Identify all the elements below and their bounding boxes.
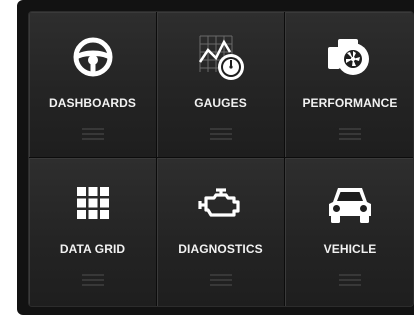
- turbocharger-icon: [328, 39, 369, 75]
- main-menu-panel: DASHBOARDS GAUGES PERFORMANCE DATA GRID …: [28, 11, 414, 307]
- car-icon: [329, 188, 371, 223]
- gauge-chart-icon: [198, 35, 244, 80]
- grip-handle: [81, 128, 104, 140]
- data-grid-icon: [76, 187, 109, 219]
- performance-label: PERFORMANCE: [302, 96, 398, 110]
- main-menu-grid: DASHBOARDS GAUGES PERFORMANCE DATA GRID …: [29, 12, 413, 306]
- performance-tile[interactable]: PERFORMANCE: [285, 12, 413, 158]
- gauges-tile[interactable]: GAUGES: [157, 12, 285, 158]
- grip-handle: [339, 128, 361, 140]
- data-grid-tile[interactable]: DATA GRID: [29, 158, 157, 306]
- gauges-label: GAUGES: [194, 96, 247, 110]
- diagnostics-tile[interactable]: DIAGNOSTICS: [157, 158, 285, 306]
- grip-handle: [81, 274, 104, 286]
- grip-handle: [339, 274, 361, 286]
- dashboards-label: DASHBOARDS: [48, 96, 136, 110]
- diagnostics-label: DIAGNOSTICS: [178, 242, 263, 256]
- dashboards-tile[interactable]: DASHBOARDS: [29, 12, 157, 158]
- grip-handle: [209, 274, 232, 286]
- vehicle-label: VEHICLE: [323, 242, 377, 256]
- steering-wheel-icon: [73, 37, 112, 77]
- device-frame: DASHBOARDS GAUGES PERFORMANCE DATA GRID …: [17, 0, 414, 315]
- grip-handle: [209, 128, 232, 140]
- data-grid-label: DATA GRID: [59, 242, 126, 256]
- check-engine-icon: [197, 188, 240, 217]
- vehicle-tile[interactable]: VEHICLE: [285, 158, 413, 306]
